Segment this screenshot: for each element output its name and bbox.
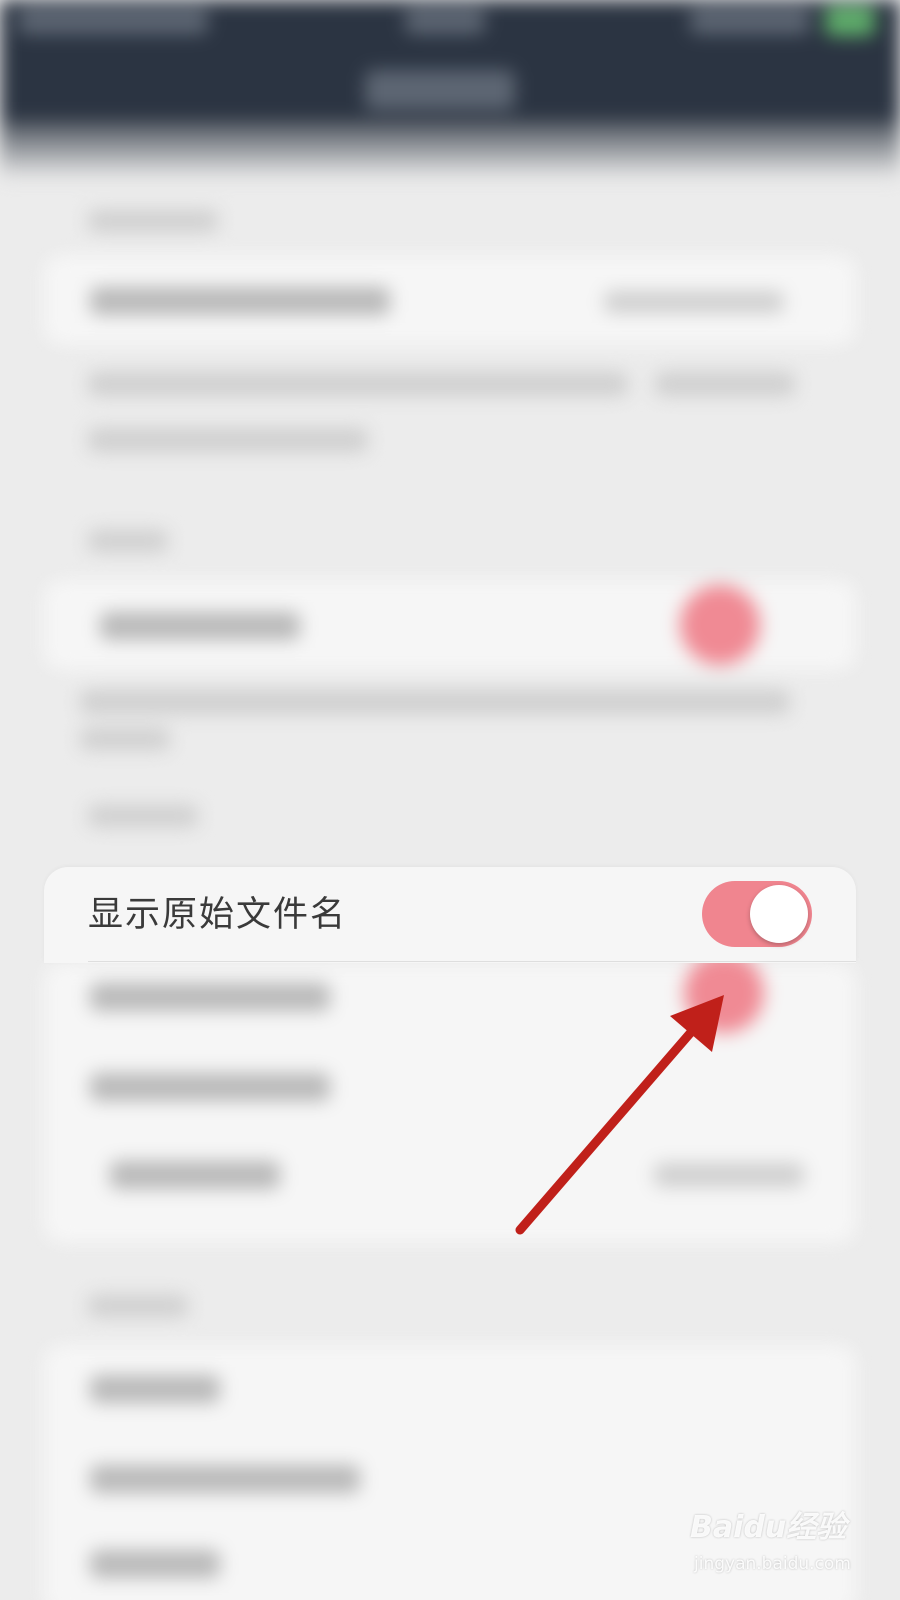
- watermark-logo: Baidu经验: [690, 1510, 847, 1545]
- settings-row-show-original-filename: 显示原始文件名: [44, 867, 856, 963]
- screen: 显示原始文件名 Baidu经验 jingyan.baidu.com: [0, 0, 900, 1600]
- toggle-knob: [750, 885, 808, 943]
- watermark-site: jingyan.baidu.com: [694, 1554, 851, 1574]
- row-divider: [88, 961, 856, 962]
- navigation-bar: [0, 0, 900, 140]
- row-label: 显示原始文件名: [88, 895, 348, 935]
- watermark: Baidu经验 jingyan.baidu.com: [690, 1502, 890, 1592]
- blurred-background: [0, 0, 900, 1600]
- show-original-filename-toggle[interactable]: [702, 881, 812, 947]
